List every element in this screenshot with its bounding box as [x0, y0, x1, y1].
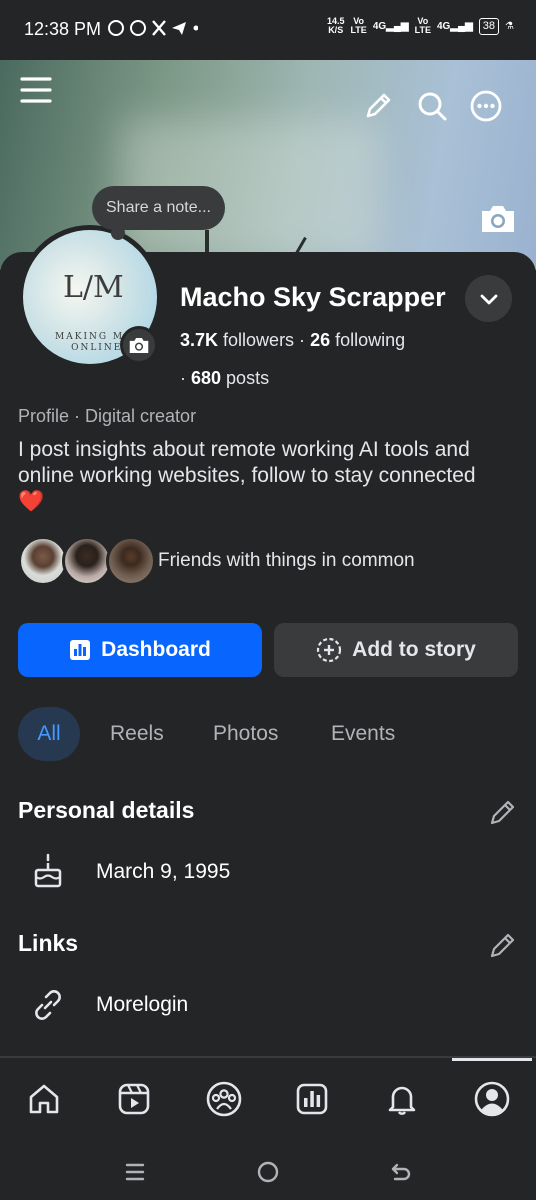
followers-count: 3.7K — [180, 330, 219, 350]
chevron-down-icon — [480, 294, 497, 304]
follow-stats[interactable]: 3.7K followers · 26 following — [180, 330, 405, 351]
flask-icon: ⚗ — [505, 20, 514, 32]
profile-category: Profile · Digital creator — [18, 406, 197, 426]
friend-avatar — [18, 536, 68, 586]
reels-icon[interactable] — [112, 1077, 156, 1121]
followers-label: followers · — [218, 330, 311, 350]
add-story-icon — [317, 637, 342, 663]
pencil-icon[interactable] — [362, 88, 396, 122]
posts-label: posts — [221, 368, 270, 388]
tab-photos[interactable]: Photos — [213, 707, 278, 761]
birthday-cake-icon — [28, 852, 68, 892]
friend-avatar — [106, 536, 156, 586]
more-icon[interactable] — [468, 88, 504, 124]
heart-emoji: ❤️ — [18, 490, 45, 513]
add-to-story-button[interactable]: Add to story — [274, 623, 518, 677]
edit-links-pencil-icon[interactable] — [488, 930, 518, 960]
profile-icon[interactable] — [470, 1077, 514, 1121]
personal-details-title: Personal details — [18, 797, 195, 823]
camera-icon[interactable] — [478, 200, 518, 238]
volte-indicator-2: Vo LTE — [414, 16, 431, 35]
battery-icon: 38 — [478, 17, 500, 35]
home-icon[interactable] — [22, 1077, 66, 1121]
profile-bio: I post insights about remote working AI … — [18, 437, 518, 515]
recent-apps-icon[interactable] — [120, 1157, 150, 1187]
bio-text: I post insights about remote working AI … — [18, 438, 476, 487]
posts-prefix: · — [180, 368, 191, 388]
search-icon[interactable] — [414, 88, 450, 124]
status-bar: 12:38 PM 14.5 K/S Vo LTE 4G▂▄▆ Vo LTE 4G▂▄▆… — [0, 0, 536, 60]
tab-all[interactable]: All — [18, 707, 80, 761]
menu-icon[interactable] — [18, 72, 54, 108]
posts-stats: · 680 posts — [180, 368, 269, 389]
groups-icon[interactable] — [202, 1077, 246, 1121]
profile-switch-button[interactable] — [465, 275, 512, 322]
signal-icon-2: 4G▂▄▆ — [436, 20, 473, 32]
link-icon — [28, 985, 68, 1025]
tab-reels[interactable]: Reels — [110, 707, 164, 761]
volte-indicator: Vo LTE — [350, 16, 367, 35]
net-speed: 14.5 K/S — [326, 16, 345, 35]
dashboard-icon — [70, 640, 91, 660]
links-title: Links — [18, 930, 79, 956]
link-morelogin[interactable]: Morelogin — [96, 993, 188, 1017]
signal-icon: 4G▂▄▆ — [372, 20, 409, 32]
bell-icon[interactable] — [380, 1077, 424, 1121]
status-right: 14.5 K/S Vo LTE 4G▂▄▆ Vo LTE 4G▂▄▆ 38 ⚗ — [327, 17, 514, 35]
friends-in-common[interactable]: Friends with things in common — [18, 536, 498, 586]
following-label: following — [330, 330, 406, 350]
avatar-logo: L/M — [63, 270, 124, 305]
friend-avatar — [62, 536, 112, 586]
profile-name: Macho Sky Scrapper — [180, 282, 446, 312]
dashboard-label: Dashboard — [101, 638, 211, 661]
dashboard-button[interactable]: Dashboard — [18, 623, 262, 677]
notification-icons — [108, 19, 199, 42]
edit-details-pencil-icon[interactable] — [488, 797, 518, 827]
dashboard-nav-icon[interactable] — [290, 1077, 334, 1121]
back-icon[interactable] — [386, 1157, 416, 1187]
status-time: 12:38 PM — [24, 19, 102, 39]
following-count: 26 — [310, 330, 331, 350]
bottom-nav — [0, 1061, 536, 1143]
share-note-bubble[interactable]: Share a note... — [92, 186, 225, 230]
avatar-camera-icon[interactable] — [120, 326, 158, 364]
system-nav-bar — [0, 1143, 536, 1200]
home-button-icon[interactable] — [253, 1157, 283, 1187]
posts-count: 680 — [191, 368, 222, 388]
note-bubble-tail — [111, 226, 125, 240]
notification-icons-graphic — [108, 20, 199, 36]
friends-text: Friends with things in common — [158, 550, 415, 571]
add-story-label: Add to story — [352, 638, 476, 661]
tab-events[interactable]: Events — [331, 707, 395, 761]
birthday-text: March 9, 1995 — [96, 860, 231, 883]
